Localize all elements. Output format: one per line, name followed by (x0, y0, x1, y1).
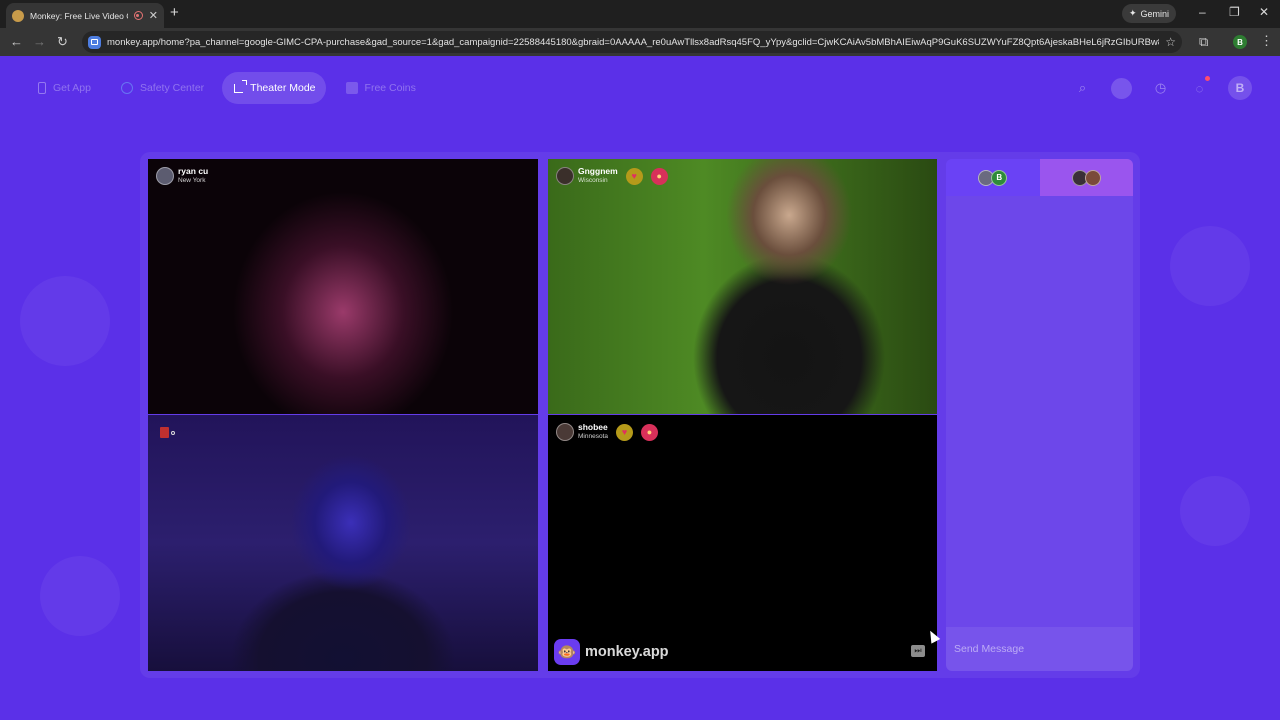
shield-icon (120, 82, 133, 94)
user-location: Wisconsin (578, 177, 608, 184)
top-menu: Get App Safety Center Theater Mode Free … (26, 72, 426, 104)
free-coins-label: Free Coins (364, 82, 416, 94)
skip-icon[interactable]: ⏭ (911, 645, 925, 657)
video-tile-4[interactable]: shobee Minnesota ♥ ● 🐵 monkey.app ⏭ (548, 415, 937, 671)
close-icon[interactable]: ✕ (149, 9, 158, 22)
chat-tabs: B (946, 159, 1133, 196)
menu-icon[interactable]: ⋮ (1260, 34, 1273, 48)
watermark-text: monkey.app (585, 644, 669, 660)
theater-mode-button[interactable]: Theater Mode (222, 72, 326, 104)
reload-icon[interactable]: ↻ (57, 34, 68, 50)
site-info-icon[interactable] (88, 35, 101, 49)
recording-icon (133, 11, 143, 20)
forward-icon[interactable]: → (33, 34, 46, 50)
avatar (556, 423, 574, 441)
tab-search-icon[interactable]: ⧉ (1199, 34, 1208, 50)
avatar (1084, 169, 1101, 186)
gemini-label: Gemini (1140, 8, 1170, 19)
chat-bubble-icon[interactable]: ◌ (1189, 75, 1210, 99)
safety-center-button[interactable]: Safety Center (109, 72, 214, 104)
video-tile-3[interactable] (148, 415, 538, 671)
window-close-icon[interactable]: ✕ (1259, 5, 1269, 19)
get-app-button[interactable]: Get App (26, 72, 101, 104)
chat-tab-group[interactable]: B (946, 159, 1040, 196)
free-coins-button[interactable]: Free Coins (334, 72, 426, 104)
user-tag[interactable]: Gnggnem Wisconsin ♥ ● (556, 167, 668, 185)
address-bar[interactable]: monkey.app/home?pa_channel=google-GIMC-C… (82, 31, 1182, 53)
user-name: shobee (578, 422, 608, 432)
browser-navbar: ← → ↻ monkey.app/home?pa_channel=google-… (0, 28, 1280, 56)
avatar: B (991, 169, 1008, 186)
monkey-icon: ● (650, 167, 668, 185)
bg-decoration (1170, 226, 1250, 306)
tab-favicon-icon (12, 9, 24, 22)
chat-tab-others[interactable] (1039, 159, 1133, 196)
theater-mode-label: Theater Mode (250, 82, 316, 94)
plus-icon[interactable]: + (170, 5, 179, 21)
monkey-icon: ● (641, 423, 658, 441)
user-name: Gnggnem (578, 166, 618, 176)
profile-avatar[interactable]: B (1233, 35, 1247, 49)
expand-icon (234, 79, 248, 93)
browser-tab[interactable]: Monkey: Free Live Video Ch ✕ (6, 3, 164, 28)
phone-icon (38, 82, 46, 94)
coins-icon (345, 82, 358, 94)
get-app-label: Get App (53, 82, 91, 94)
avatar (556, 167, 574, 185)
heart-icon: ♥ (625, 167, 643, 185)
user-location: New York (178, 177, 206, 184)
chat-panel: B Send Message (946, 159, 1133, 671)
monkey-watermark: 🐵 monkey.app (554, 639, 669, 665)
sparkle-icon: ✦ (1129, 8, 1137, 18)
notification-dot (1205, 75, 1210, 81)
top-right-icons: ⌕ ◷ ◌ B (1072, 75, 1252, 100)
user-name: ryan cu (178, 166, 209, 176)
avatar (156, 167, 174, 185)
user-tag[interactable]: ryan cu New York (156, 167, 208, 185)
star-icon[interactable]: ☆ (1165, 35, 1176, 49)
flag-icon (160, 427, 169, 438)
clock-icon[interactable]: ◷ (1150, 78, 1171, 99)
url-text[interactable]: monkey.app/home?pa_channel=google-GIMC-C… (107, 37, 1159, 48)
monkey-logo-icon: 🐵 (554, 639, 580, 665)
back-icon[interactable]: ← (10, 34, 23, 50)
avatar-icon[interactable] (1111, 77, 1132, 99)
bg-decoration (40, 556, 120, 636)
search-icon[interactable]: ⌕ (1072, 78, 1093, 99)
bg-decoration (20, 276, 110, 366)
bg-decoration (1180, 476, 1250, 546)
video-tile-2[interactable]: Gnggnem Wisconsin ♥ ● (548, 159, 937, 414)
user-avatar[interactable]: B (1228, 76, 1252, 100)
video-tile-1[interactable]: ryan cu New York (148, 159, 538, 414)
gemini-button[interactable]: ✦ Gemini (1122, 4, 1177, 23)
send-message-input[interactable]: Send Message (946, 627, 1133, 671)
browser-tabbar: Monkey: Free Live Video Ch ✕ + ✦ Gemini … (0, 0, 1280, 28)
minimize-icon[interactable]: – (1199, 5, 1206, 19)
safety-center-label: Safety Center (139, 82, 205, 94)
user-tag[interactable]: shobee Minnesota ♥ ● (556, 423, 658, 441)
user-location: Minnesota (578, 433, 608, 440)
status-icon (171, 431, 175, 435)
tab-title: Monkey: Free Live Video Ch (30, 10, 128, 21)
heart-icon: ♥ (616, 423, 633, 441)
restore-icon[interactable]: ❐ (1229, 5, 1240, 19)
